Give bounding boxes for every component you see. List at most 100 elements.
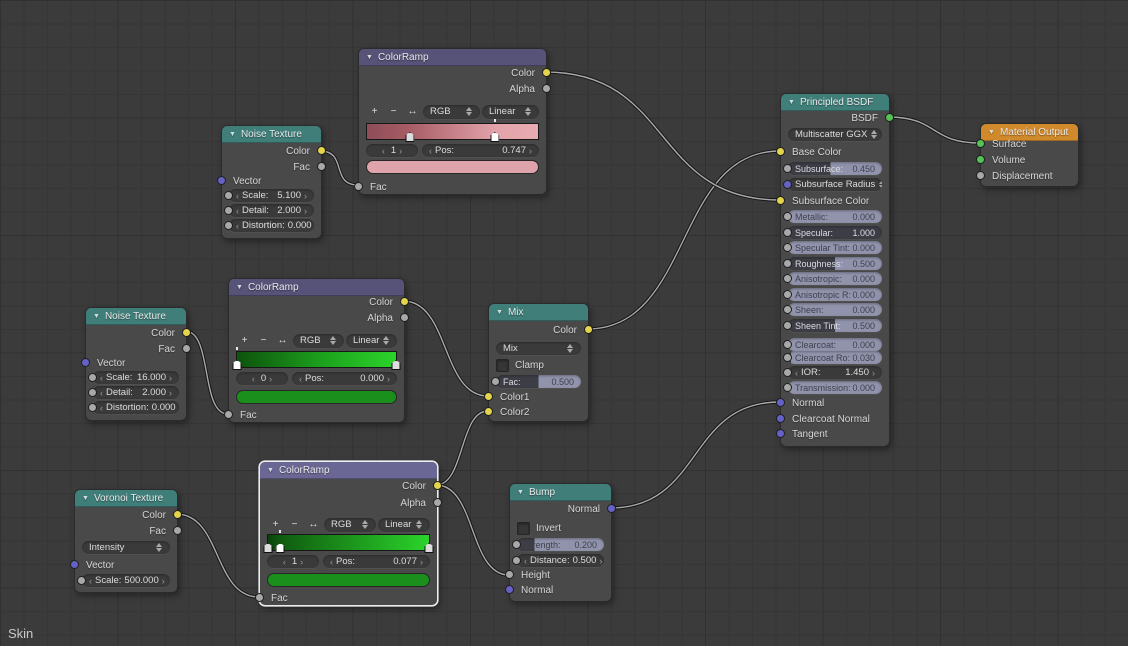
socket-fac-output[interactable] bbox=[173, 526, 182, 535]
socket-alpha-output[interactable] bbox=[433, 498, 442, 507]
socket-fac-input[interactable] bbox=[255, 593, 264, 602]
stop-color-swatch[interactable] bbox=[366, 160, 539, 174]
collapse-triangle-icon[interactable]: ▼ bbox=[988, 129, 995, 136]
invert-checkbox[interactable] bbox=[517, 521, 530, 535]
detail-field[interactable]: Detail:2.000 bbox=[229, 204, 314, 217]
strength-slider[interactable]: Strength: 0.200 bbox=[517, 538, 604, 551]
node-header[interactable]: ▼ ColorRamp bbox=[229, 279, 404, 296]
metallic-slider[interactable]: Metallic: 0.000 bbox=[788, 210, 882, 223]
gradient-stop-marker[interactable] bbox=[405, 132, 415, 142]
socket-transmission-input[interactable] bbox=[783, 383, 792, 392]
socket-color-output[interactable] bbox=[182, 328, 191, 337]
gradient-stop-marker[interactable] bbox=[275, 543, 285, 553]
interpolation-dropdown[interactable]: Linear bbox=[378, 517, 430, 532]
sheen-tint-slider[interactable]: Sheen Tint: 0.500 bbox=[788, 319, 882, 332]
scale-field[interactable]: Scale:16.000 bbox=[93, 371, 179, 384]
socket-surface-input[interactable] bbox=[976, 139, 985, 148]
node-header[interactable]: ▼ Noise Texture bbox=[86, 308, 186, 325]
sheen-slider[interactable]: Sheen: 0.000 bbox=[788, 303, 882, 316]
socket-base-color-input[interactable] bbox=[776, 147, 785, 156]
socket-scale-input[interactable] bbox=[88, 373, 97, 382]
stop-index-field[interactable]: 1 bbox=[267, 555, 319, 568]
socket-fac-output[interactable] bbox=[182, 344, 191, 353]
socket-strength-input[interactable] bbox=[512, 540, 521, 549]
delete-stop-button[interactable]: − bbox=[286, 519, 303, 530]
color-mode-dropdown[interactable]: RGB bbox=[423, 104, 480, 119]
blend-mode-dropdown[interactable]: Mix bbox=[496, 342, 581, 355]
collapse-triangle-icon[interactable]: ▼ bbox=[496, 309, 503, 316]
socket-color2-input[interactable] bbox=[484, 407, 493, 416]
gradient-bar[interactable] bbox=[263, 530, 434, 553]
node-material-output[interactable]: ▼ Material Output Surface Volume Displac… bbox=[976, 123, 1079, 187]
node-voronoi-texture[interactable]: ▼ Voronoi Texture Color Fac Intensity Ve… bbox=[70, 489, 182, 593]
node-colorramp-top[interactable]: ▼ ColorRamp Color Alpha + − ↔ RGB Linear… bbox=[354, 48, 551, 195]
node-noise-texture-top[interactable]: ▼ Noise Texture Color Fac Vector Scale:5… bbox=[217, 125, 326, 239]
node-header[interactable]: ▼ ColorRamp bbox=[260, 462, 437, 479]
socket-normal-input[interactable] bbox=[505, 585, 514, 594]
stop-position-field[interactable]: Pos:0.747 bbox=[422, 144, 539, 157]
collapse-triangle-icon[interactable]: ▼ bbox=[366, 54, 373, 61]
node-header[interactable]: ▼ Noise Texture bbox=[222, 126, 321, 143]
flip-ramp-button[interactable]: ↔ bbox=[305, 519, 322, 530]
node-noise-texture-middle[interactable]: ▼ Noise Texture Color Fac Vector Scale:1… bbox=[81, 307, 191, 421]
collapse-triangle-icon[interactable]: ▼ bbox=[517, 489, 524, 496]
distribution-dropdown[interactable]: Multiscatter GGX bbox=[788, 128, 882, 141]
color-mode-dropdown[interactable]: RGB bbox=[324, 517, 376, 532]
socket-normal-output[interactable] bbox=[607, 504, 616, 513]
socket-fac-input[interactable] bbox=[491, 377, 500, 386]
socket-clearcoat-roughness-input[interactable] bbox=[783, 353, 792, 362]
clearcoat-slider[interactable]: Clearcoat: 0.000 bbox=[788, 338, 882, 351]
socket-alpha-output[interactable] bbox=[542, 84, 551, 93]
socket-fac-input[interactable] bbox=[354, 182, 363, 191]
specular-slider[interactable]: Specular: 1.000 bbox=[788, 226, 882, 239]
node-header[interactable]: ▼ Voronoi Texture bbox=[75, 490, 177, 507]
node-mix[interactable]: ▼ Mix Color Mix Clamp Fac: 0.500 Color1 C… bbox=[484, 303, 593, 422]
socket-color-output[interactable] bbox=[542, 68, 551, 77]
socket-roughness-input[interactable] bbox=[783, 259, 792, 268]
socket-specular-tint-input[interactable] bbox=[783, 243, 792, 252]
collapse-triangle-icon[interactable]: ▼ bbox=[82, 495, 89, 502]
subsurface-radius-dropdown[interactable]: Subsurface Radius bbox=[788, 178, 882, 191]
socket-ior-input[interactable] bbox=[783, 368, 792, 377]
socket-color-output[interactable] bbox=[584, 325, 593, 334]
scale-field[interactable]: Scale:500.000 bbox=[82, 574, 170, 587]
gradient-bar[interactable] bbox=[232, 347, 401, 370]
transmission-slider[interactable]: Transmission: 0.000 bbox=[788, 381, 882, 394]
stop-color-swatch[interactable] bbox=[267, 573, 430, 587]
socket-volume-input[interactable] bbox=[976, 155, 985, 164]
socket-anisotropic-input[interactable] bbox=[783, 274, 792, 283]
collapse-triangle-icon[interactable]: ▼ bbox=[229, 131, 236, 138]
socket-vector-input[interactable] bbox=[81, 358, 90, 367]
socket-anisotropic-rotation-input[interactable] bbox=[783, 290, 792, 299]
add-stop-button[interactable]: + bbox=[366, 106, 383, 117]
stop-position-field[interactable]: Pos:0.077 bbox=[323, 555, 430, 568]
collapse-triangle-icon[interactable]: ▼ bbox=[93, 313, 100, 320]
socket-color-output[interactable] bbox=[317, 146, 326, 155]
flip-ramp-button[interactable]: ↔ bbox=[274, 335, 291, 346]
socket-alpha-output[interactable] bbox=[400, 313, 409, 322]
socket-subsurface-radius-input[interactable] bbox=[783, 180, 792, 189]
stop-position-field[interactable]: Pos:0.000 bbox=[292, 372, 397, 385]
interpolation-dropdown[interactable]: Linear bbox=[482, 104, 539, 119]
socket-height-input[interactable] bbox=[505, 570, 514, 579]
interpolation-dropdown[interactable]: Linear bbox=[346, 333, 397, 348]
gradient-bar[interactable] bbox=[366, 119, 539, 142]
flip-ramp-button[interactable]: ↔ bbox=[404, 106, 421, 117]
socket-color-output[interactable] bbox=[173, 510, 182, 519]
color-mode-dropdown[interactable]: RGB bbox=[293, 333, 344, 348]
socket-clearcoat-input[interactable] bbox=[783, 340, 792, 349]
socket-distance-input[interactable] bbox=[512, 556, 521, 565]
subsurface-slider[interactable]: Subsurface: 0.450 bbox=[788, 162, 882, 175]
anisotropic-slider[interactable]: Anisotropic: 0.000 bbox=[788, 272, 882, 285]
socket-normal-input[interactable] bbox=[776, 398, 785, 407]
socket-specular-input[interactable] bbox=[783, 228, 792, 237]
socket-color-output[interactable] bbox=[433, 481, 442, 490]
collapse-triangle-icon[interactable]: ▼ bbox=[236, 284, 243, 291]
gradient-stop-marker[interactable] bbox=[424, 543, 434, 553]
anisotropic-rotation-slider[interactable]: Anisotropic R: 0.000 bbox=[788, 288, 882, 301]
socket-displacement-input[interactable] bbox=[976, 171, 985, 180]
node-header[interactable]: ▼ ColorRamp bbox=[359, 49, 546, 66]
collapse-triangle-icon[interactable]: ▼ bbox=[788, 99, 795, 106]
fac-slider[interactable]: Fac: 0.500 bbox=[496, 375, 581, 388]
socket-metallic-input[interactable] bbox=[783, 212, 792, 221]
